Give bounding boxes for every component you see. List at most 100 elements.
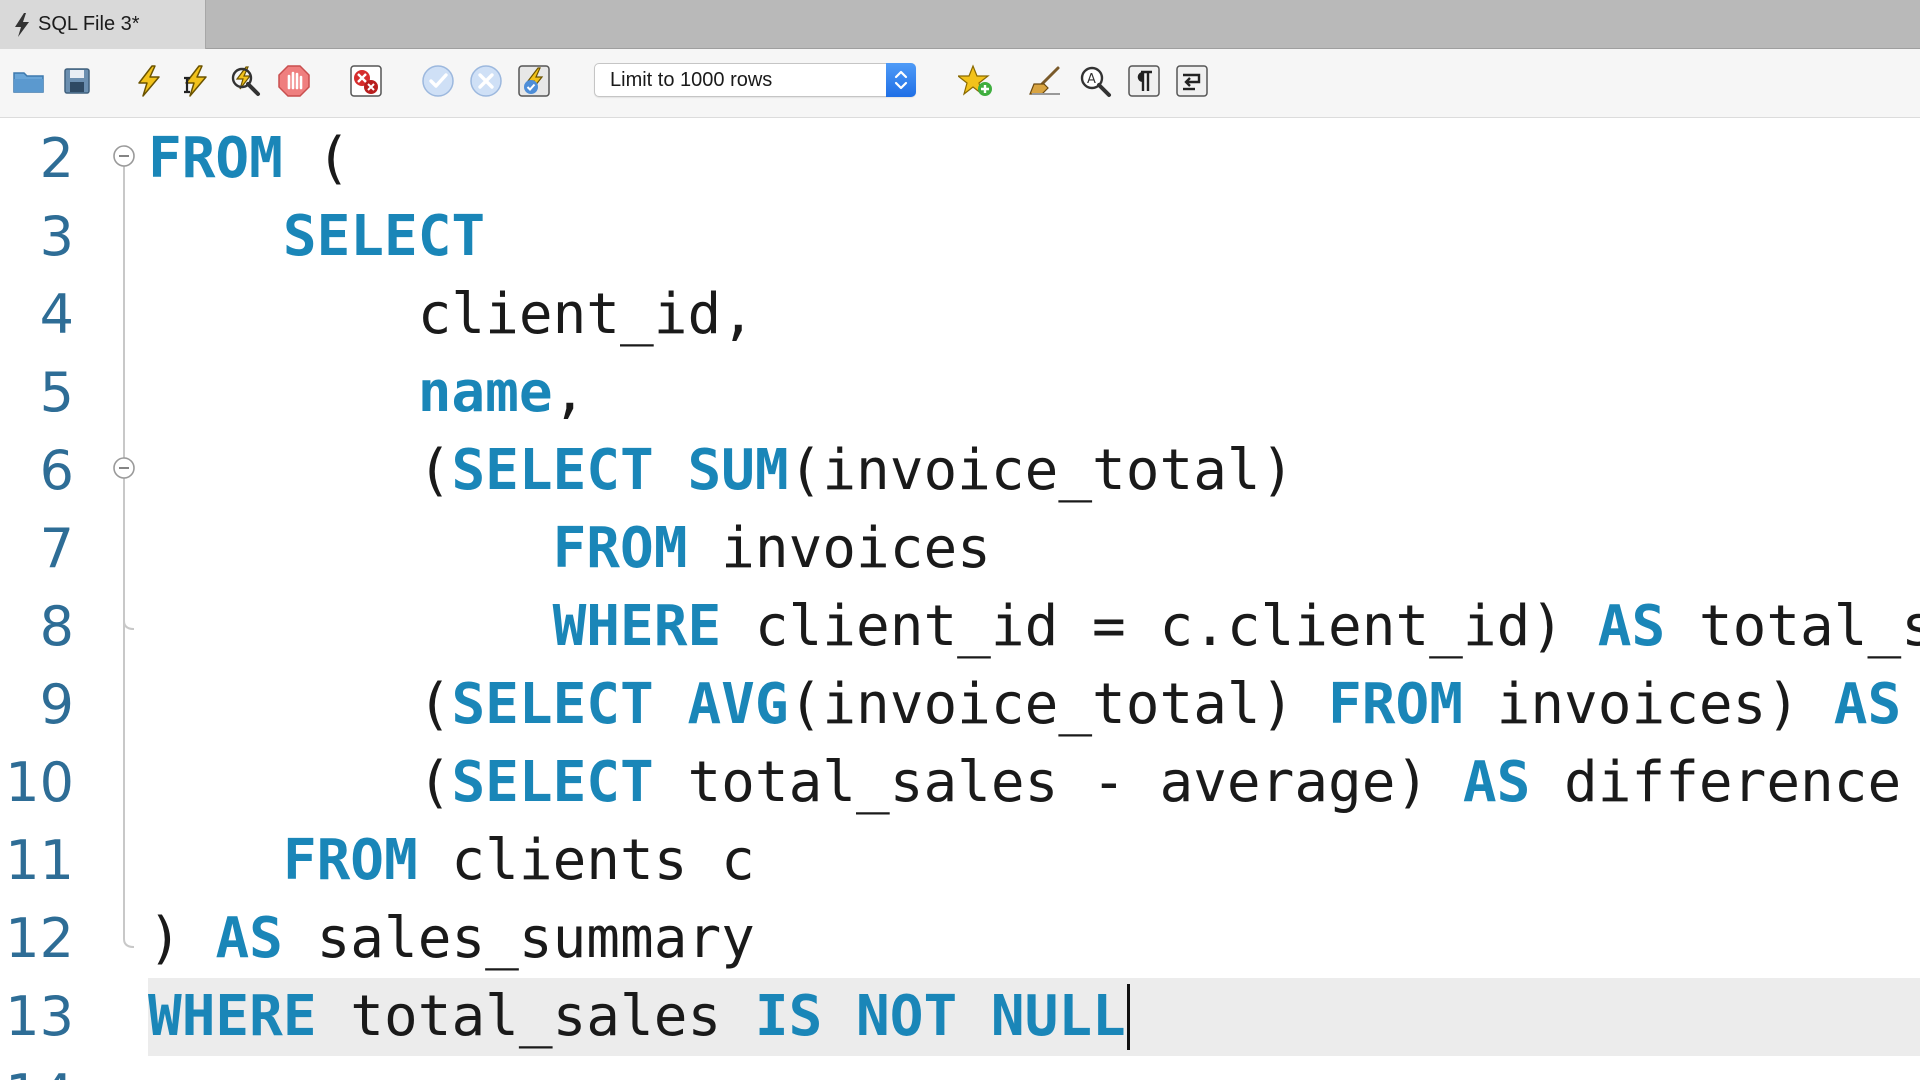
code-token: (invoice_total)	[788, 438, 1295, 503]
code-text: (SELECT SUM(invoice_total)	[148, 432, 1295, 510]
line-number: 2	[39, 127, 74, 190]
code-line[interactable]: 6 (SELECT SUM(invoice_total)	[0, 432, 1920, 510]
limit-rows-select[interactable]: Limit to 1000 rows	[594, 63, 916, 97]
code-token: invoices	[687, 516, 991, 581]
execute-icon[interactable]	[131, 63, 167, 99]
line-number: 9	[39, 673, 74, 736]
sql-keyword: WHERE	[552, 594, 722, 659]
autocommit-icon[interactable]	[516, 63, 552, 99]
code-text: FROM invoices	[148, 510, 991, 588]
code-text: FROM clients c	[148, 822, 755, 900]
sql-keyword: name	[417, 360, 553, 425]
code-line[interactable]: 2 FROM (	[0, 120, 1920, 198]
lightning-icon	[12, 12, 32, 38]
code-line[interactable]: 14	[0, 1056, 1920, 1080]
code-text: (SELECT AVG(invoice_total) FROM invoices…	[148, 666, 1902, 744]
code-token: difference	[1530, 750, 1902, 815]
line-number: 8	[39, 595, 74, 658]
line-number: 13	[5, 985, 74, 1048]
code-text: client_id,	[148, 276, 755, 354]
sql-keyword: SELECT	[451, 672, 654, 737]
sql-keyword: AS	[215, 906, 283, 971]
code-token: sales_summary	[282, 906, 755, 971]
execute-current-statement-icon[interactable]	[177, 63, 213, 99]
sql-keyword: FROM	[552, 516, 688, 581]
sql-keyword: AS	[1597, 594, 1666, 659]
invisible-characters-icon[interactable]	[1126, 63, 1162, 99]
code-token: (	[148, 438, 452, 503]
sql-keyword: NOT	[856, 984, 958, 1049]
line-number: 3	[39, 205, 74, 268]
code-token: (	[282, 126, 351, 191]
line-number: 11	[5, 829, 74, 892]
stop-icon[interactable]	[276, 63, 312, 99]
code-text: (SELECT total_sales - average) AS differ…	[148, 744, 1901, 822]
line-number: 4	[39, 283, 74, 346]
sql-keyword: NULL	[990, 984, 1126, 1049]
beautify-icon[interactable]	[1028, 63, 1064, 99]
line-number: 6	[39, 439, 74, 502]
add-snippet-icon[interactable]	[958, 63, 994, 99]
sql-keyword: AS	[1462, 750, 1531, 815]
sql-keyword: WHERE	[148, 984, 317, 1049]
code-line[interactable]: 4 client_id,	[0, 276, 1920, 354]
sql-keyword: SELECT	[451, 750, 654, 815]
code-token: client_id,	[148, 282, 755, 347]
rollback-icon[interactable]	[468, 63, 504, 99]
sql-keyword: AS	[1833, 672, 1902, 737]
text-caret	[1127, 984, 1130, 1050]
code-line[interactable]: 7 FROM invoices	[0, 510, 1920, 588]
code-line[interactable]: 8 WHERE client_id = c.client_id) AS tota…	[0, 588, 1920, 666]
sql-keyword: SELECT	[451, 438, 654, 503]
word-wrap-icon[interactable]	[1174, 63, 1210, 99]
tab-sql-file-3[interactable]: SQL File 3*	[0, 0, 206, 49]
code-line[interactable]: 12) AS sales_summary	[0, 900, 1920, 978]
open-folder-icon[interactable]	[11, 63, 47, 99]
code-text: FROM (	[148, 120, 350, 198]
code-token: ,	[552, 360, 587, 425]
code-line[interactable]: 3 SELECT	[0, 198, 1920, 276]
code-line[interactable]: 10 (SELECT total_sales - average) AS dif…	[0, 744, 1920, 822]
code-token: total_s	[1665, 594, 1920, 659]
toggle-error-stop-icon[interactable]	[348, 63, 384, 99]
code-line[interactable]: 9 (SELECT AVG(invoice_total) FROM invoic…	[0, 666, 1920, 744]
code-token: (	[148, 750, 452, 815]
tab-bar: SQL File 3*	[0, 0, 1920, 49]
line-number: 5	[39, 361, 74, 424]
code-token: total_sales - average)	[653, 750, 1463, 815]
line-number: 10	[5, 751, 74, 814]
code-text: WHERE total_sales IS NOT NULL	[148, 978, 1126, 1056]
code-token: invoices)	[1462, 672, 1834, 737]
line-number: 12	[5, 907, 74, 970]
code-text: SELECT	[148, 198, 485, 276]
sql-keyword: FROM	[282, 828, 418, 893]
code-editor[interactable]: 2 FROM (3 SELECT 4 client_id, 5 name, 6 (SEL…	[0, 118, 1920, 1080]
save-icon[interactable]	[59, 63, 95, 99]
explain-icon[interactable]	[227, 63, 263, 99]
code-text: name,	[148, 354, 587, 432]
line-number: 7	[39, 517, 74, 580]
code-line[interactable]: 5 name,	[0, 354, 1920, 432]
toolbar: Limit to 1000 rows A	[0, 49, 1920, 118]
sql-keyword: FROM	[1328, 672, 1463, 737]
code-token: total_sales	[316, 984, 755, 1049]
code-line[interactable]: 13 WHERE total_sales IS NOT NULL	[0, 978, 1920, 1056]
code-line[interactable]: 11 FROM clients c	[0, 822, 1920, 900]
sql-keyword: SELECT	[282, 204, 486, 269]
select-arrows-icon	[886, 63, 916, 97]
sql-editor-window: SQL File 3* Limit to 1000 rows A 2 FROM …	[0, 0, 1920, 1080]
commit-icon[interactable]	[420, 63, 456, 99]
find-icon[interactable]: A	[1077, 63, 1113, 99]
code-token: clients c	[417, 828, 755, 893]
sql-keyword: SUM	[687, 438, 789, 503]
code-token: (	[148, 672, 452, 737]
sql-keyword: FROM	[148, 126, 283, 191]
